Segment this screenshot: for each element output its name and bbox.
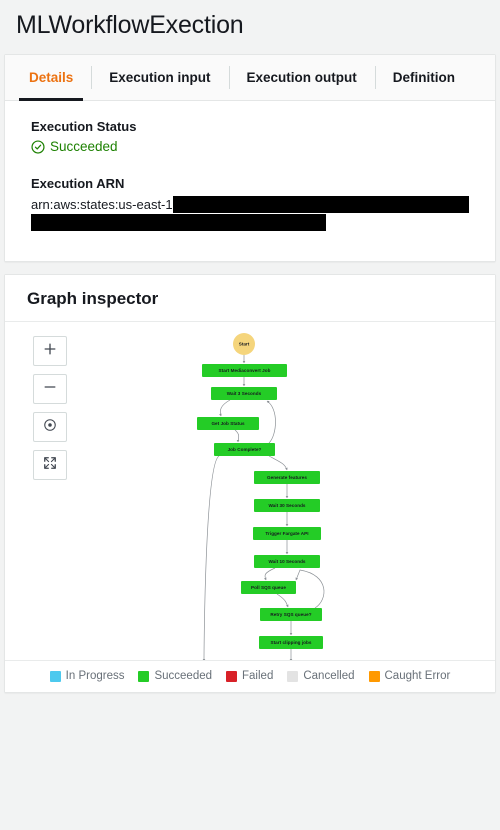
tab-bar: Details Execution input Execution output…: [5, 55, 495, 101]
graph-node-mediaconvert[interactable]: Start Mediaconvert Job: [202, 364, 287, 377]
graph-node-wait30[interactable]: Wait 30 Seconds: [254, 499, 320, 512]
legend-label-caught-error: Caught Error: [384, 670, 451, 682]
execution-arn-label: Execution ARN: [31, 176, 125, 191]
tab-execution-output[interactable]: Execution output: [228, 55, 375, 100]
fullscreen-button[interactable]: [33, 450, 67, 480]
graph-node-wait30-label: Wait 30 Seconds: [268, 503, 305, 508]
legend-label-succeeded: Succeeded: [154, 670, 213, 682]
redaction-block-1: [172, 196, 469, 213]
zoom-in-button[interactable]: [33, 336, 67, 366]
redaction-block-2: [31, 214, 326, 231]
graph-node-wait10-label: Wait 10 Seconds: [268, 559, 305, 564]
graph-node-wait3[interactable]: Wait 3 Seconds: [211, 387, 277, 400]
execution-status-value: Succeeded: [31, 139, 469, 154]
graph-node-jobcomplete[interactable]: Job Complete?: [214, 443, 275, 456]
graph-canvas[interactable]: Start Start Mediaconvert Job Wait 3 Seco…: [5, 322, 495, 660]
legend-swatch-succeeded: [138, 670, 150, 682]
legend-item-failed: Failed: [226, 670, 273, 682]
edge-jobcomplete-to-genfeatures: [268, 455, 288, 471]
graph-node-fargate[interactable]: Trigger Fargate API: [253, 527, 321, 540]
details-card: Details Execution input Execution output…: [4, 54, 496, 262]
legend-label-cancelled: Cancelled: [303, 670, 355, 682]
graph-node-pollsqs[interactable]: Poll SQS queue: [241, 581, 296, 594]
graph-node-wait3-label: Wait 3 Seconds: [227, 391, 262, 396]
graph-node-start-label: Start: [239, 342, 250, 347]
legend-item-cancelled: Cancelled: [287, 670, 355, 682]
status-badge: Succeeded: [50, 139, 118, 154]
page-header: MLWorkflowExection: [0, 0, 500, 54]
target-icon: [43, 418, 57, 437]
graph-node-clipping-label: Start clipping jobs: [270, 640, 311, 645]
execution-detail-page: MLWorkflowExection Details Execution inp…: [0, 0, 500, 830]
recenter-button[interactable]: [33, 412, 67, 442]
graph-legend: In Progress Succeeded Failed Cancelled C…: [5, 660, 495, 692]
legend-item-caught-error: Caught Error: [368, 670, 451, 682]
zoom-out-button[interactable]: [33, 374, 67, 404]
tab-execution-input[interactable]: Execution input: [91, 55, 228, 100]
legend-swatch-cancelled: [287, 670, 299, 682]
graph-node-pollsqs-label: Poll SQS queue: [251, 585, 286, 590]
check-circle-icon: [31, 139, 45, 154]
edge-jobcomplete-to-jobfailed: [202, 455, 220, 660]
graph-node-retrysqs[interactable]: Retry SQS queue?: [260, 608, 322, 621]
legend-item-succeeded: Succeeded: [138, 670, 212, 682]
tab-definition-label: Definition: [392, 70, 456, 85]
execution-arn-value: arn:aws:states:us-east-1: [31, 196, 469, 235]
graph-node-getstatus[interactable]: Get Job Status: [197, 417, 259, 430]
legend-item-in-progress: In Progress: [49, 670, 125, 682]
legend-swatch-caught-error: [368, 670, 380, 682]
graph-node-jobcomplete-label: Job Complete?: [228, 447, 262, 452]
legend-label-in-progress: In Progress: [65, 670, 125, 682]
graph-zoom-controls: [33, 336, 67, 480]
edge-wait10-to-pollsqs: [263, 567, 276, 581]
details-panel: Execution Status Succeeded Execution ARN…: [5, 101, 495, 261]
legend-swatch-failed: [226, 670, 238, 682]
graph-node-start[interactable]: Start: [233, 333, 255, 355]
minus-icon: [43, 380, 57, 399]
graph-inspector-card: Graph inspector Start Start Mediaconvert…: [4, 274, 496, 693]
tab-execution-output-label: Execution output: [246, 70, 357, 85]
graph-node-wait10[interactable]: Wait 10 Seconds: [254, 555, 320, 568]
tab-definition[interactable]: Definition: [374, 55, 473, 100]
edge-getstatus-to-jobcomplete: [234, 429, 240, 443]
execution-arn-text: arn:aws:states:us-east-1: [31, 197, 173, 212]
legend-label-failed: Failed: [242, 670, 274, 682]
graph-node-clipping[interactable]: Start clipping jobs: [259, 636, 323, 649]
graph-node-fargate-label: Trigger Fargate API: [265, 531, 308, 536]
graph-node-getstatus-label: Get Job Status: [211, 421, 245, 426]
edge-pollsqs-to-retrysqs: [276, 593, 289, 608]
legend-swatch-in-progress: [49, 670, 61, 682]
graph-inspector-header: Graph inspector: [5, 275, 495, 322]
edge-wait3-to-getstatus: [218, 399, 231, 417]
graph-node-genfeatures[interactable]: Generate features: [254, 471, 320, 484]
graph-node-genfeatures-label: Generate features: [267, 475, 307, 480]
edge-jobcomplete-to-wait3-loop: [266, 400, 276, 444]
execution-status-label: Execution Status: [31, 119, 137, 134]
graph-node-retrysqs-label: Retry SQS queue?: [270, 612, 311, 617]
graph-inspector-title: Graph inspector: [27, 289, 159, 308]
plus-icon: [43, 342, 57, 361]
tab-details[interactable]: Details: [11, 55, 91, 101]
tab-execution-input-label: Execution input: [109, 70, 211, 85]
graph-node-mediaconvert-label: Start Mediaconvert Job: [219, 368, 271, 373]
expand-icon: [43, 456, 57, 475]
edge-retrysqs-to-pollsqs-loop: [295, 569, 325, 609]
workflow-graph: Start Start Mediaconvert Job Wait 3 Seco…: [197, 333, 325, 660]
graph-nodes: Start Start Mediaconvert Job Wait 3 Seco…: [197, 333, 323, 649]
tab-details-label: Details: [29, 70, 74, 85]
page-title: MLWorkflowExection: [16, 11, 244, 39]
